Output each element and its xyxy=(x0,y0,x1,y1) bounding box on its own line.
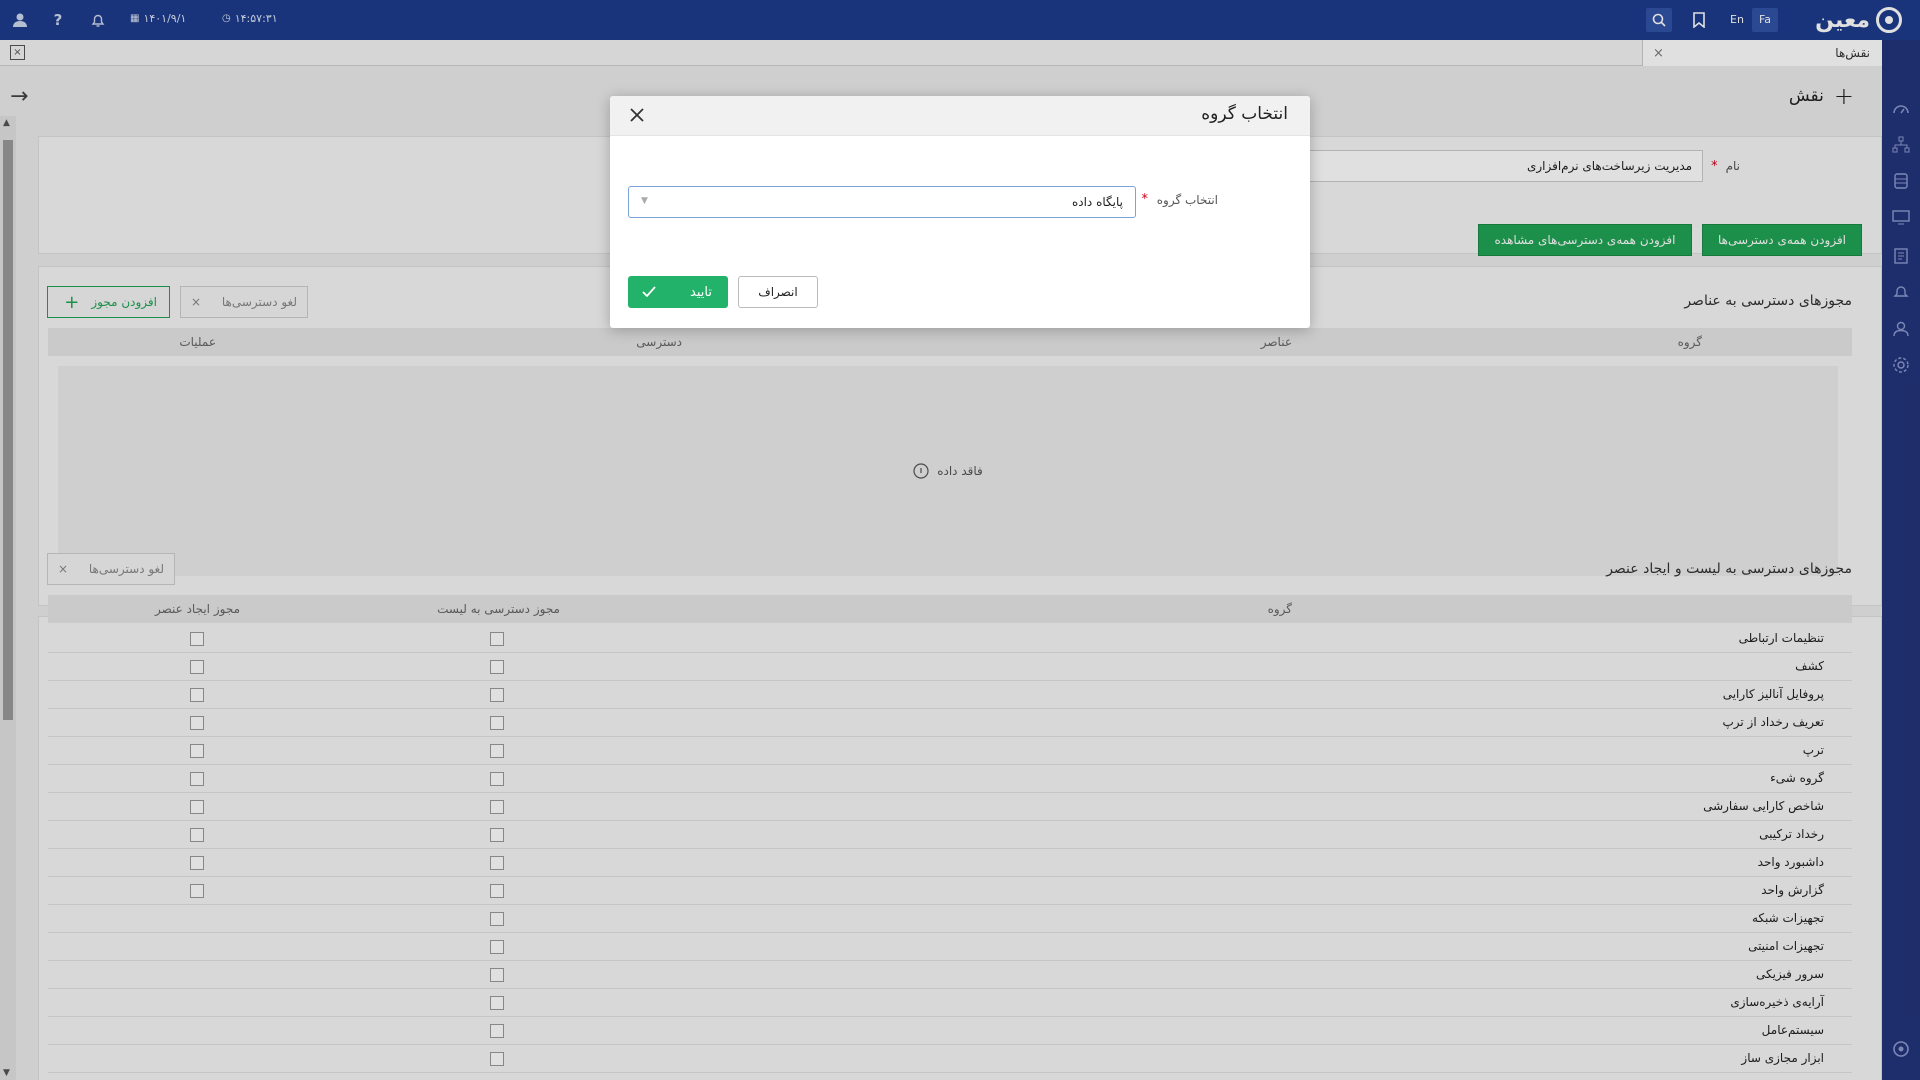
chevron-down-icon: ▼ xyxy=(641,196,648,206)
close-icon[interactable] xyxy=(626,104,648,126)
dialog-header: انتخاب گروه xyxy=(610,96,1310,136)
confirm-button[interactable]: تایید xyxy=(628,276,728,308)
group-select[interactable]: پایگاه داده ▼ xyxy=(628,186,1136,218)
required-asterisk: * xyxy=(1141,192,1149,207)
cancel-button[interactable]: انصراف xyxy=(738,276,818,308)
checkmark-icon xyxy=(642,286,656,298)
group-select-value: پایگاه داده xyxy=(1071,195,1123,209)
select-group-dialog: انتخاب گروه انتخاب گروه * پایگاه داده ▼ … xyxy=(610,96,1310,328)
group-field-label: انتخاب گروه xyxy=(1156,193,1218,207)
dialog-title: انتخاب گروه xyxy=(1201,104,1288,124)
confirm-label: تایید xyxy=(690,284,712,300)
